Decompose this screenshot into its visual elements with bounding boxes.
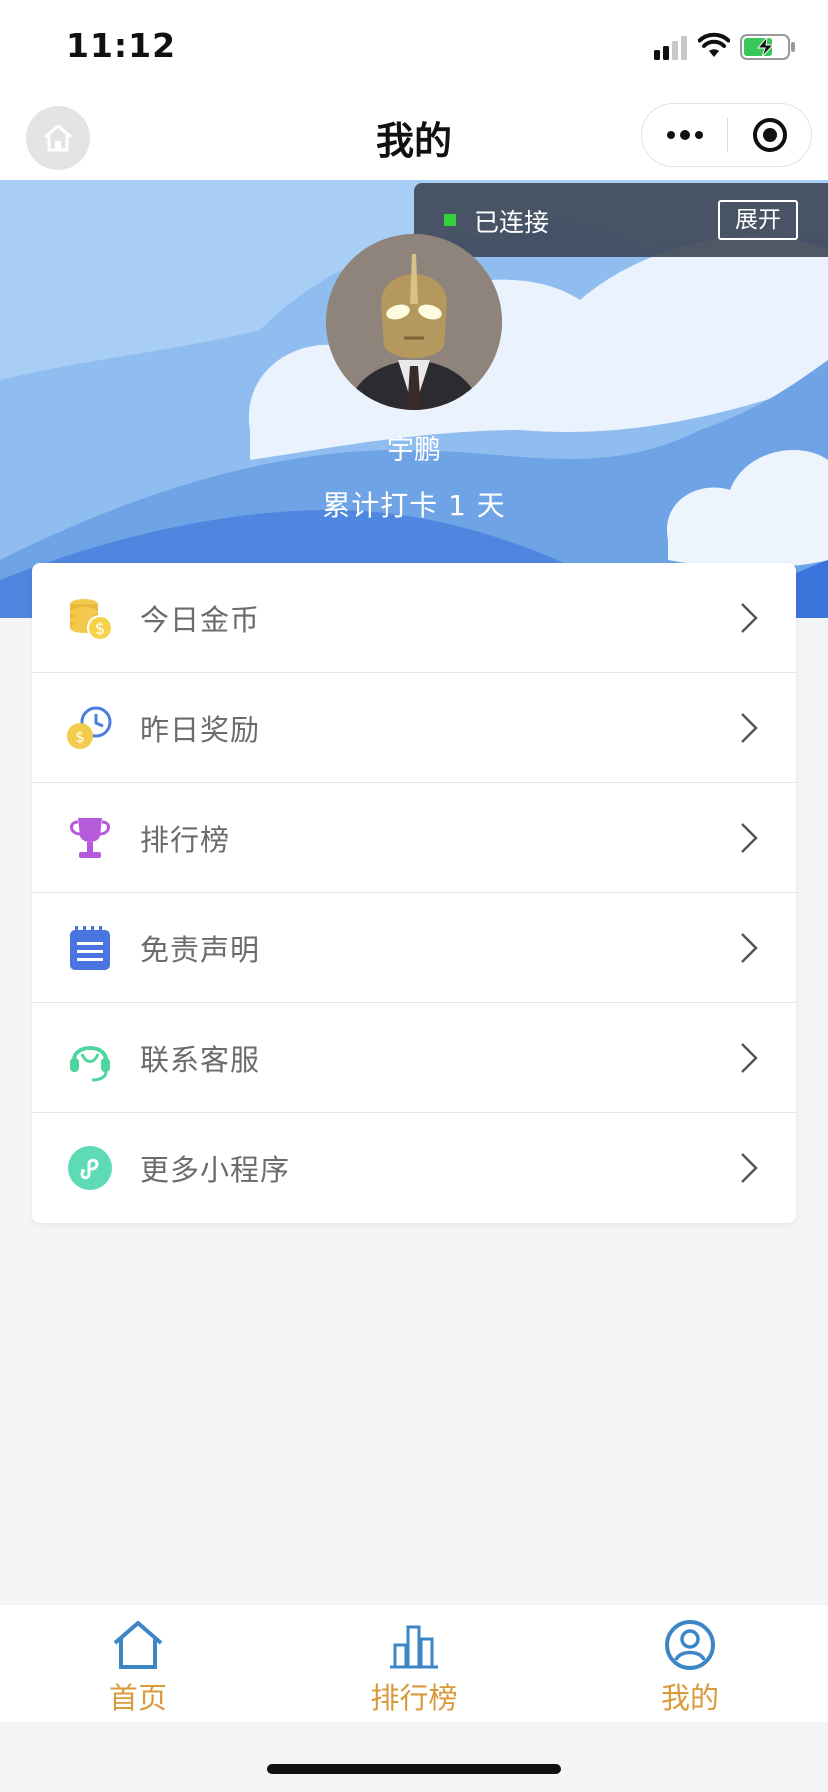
home-icon [113, 1621, 163, 1669]
svg-text:$: $ [75, 728, 85, 746]
close-circle-icon [753, 118, 787, 152]
connection-status-label: 已连接 [474, 208, 550, 237]
headset-icon [70, 1046, 110, 1082]
svg-text:$: $ [95, 619, 105, 638]
tab-label: 首页 [108, 1681, 167, 1715]
tab-label: 排行榜 [370, 1681, 458, 1715]
checkin-count: 累计打卡 1 天 [322, 489, 506, 522]
menu-label: 今日金币 [140, 603, 261, 637]
tab-home[interactable]: 首页 [38, 1605, 238, 1723]
close-miniprogram-button[interactable] [728, 104, 812, 166]
status-time: 11:12 [66, 26, 177, 65]
menu-item-today-coins[interactable]: $ 今日金币 [32, 563, 796, 673]
chevron-right-icon [741, 823, 758, 853]
more-dots-icon [666, 130, 703, 140]
home-indicator[interactable] [267, 1764, 561, 1774]
connected-indicator [444, 214, 456, 226]
tab-mine[interactable]: 我的 [590, 1605, 790, 1723]
wifi-icon [698, 32, 730, 57]
tab-label: 我的 [660, 1681, 719, 1715]
chevron-right-icon [741, 933, 758, 963]
menu-item-more-miniprograms[interactable]: 更多小程序 [32, 1113, 796, 1223]
coins-icon: $ [70, 599, 113, 641]
chevron-right-icon [741, 1153, 758, 1183]
cellular-signal-icon [654, 36, 687, 60]
menu-item-leaderboard[interactable]: 排行榜 [32, 783, 796, 893]
user-icon [665, 1620, 715, 1670]
more-options-button[interactable] [642, 104, 727, 166]
menu-item-yesterday-reward[interactable]: $ 昨日奖励 [32, 673, 796, 783]
mini-program-icon [68, 1146, 112, 1190]
tab-leaderboard[interactable]: 排行榜 [314, 1605, 514, 1723]
menu-label: 免责声明 [140, 933, 261, 967]
menu-label: 昨日奖励 [140, 713, 261, 747]
menu-label: 联系客服 [140, 1043, 261, 1077]
avatar-image [326, 234, 502, 410]
menu-item-customer-service[interactable]: 联系客服 [32, 1003, 796, 1113]
battery-charging-icon [740, 34, 795, 60]
coin-clock-icon: $ [67, 706, 112, 749]
tab-bar: 首页 排行榜 我的 [0, 1604, 828, 1722]
chevron-right-icon [741, 603, 758, 633]
avatar[interactable] [326, 234, 502, 410]
menu-list: $ 今日金币 $ 昨日奖励 排行榜 免责声明 联系客服 更多小程序 [32, 563, 796, 1223]
menu-label: 更多小程序 [140, 1153, 291, 1187]
notepad-icon [70, 926, 110, 970]
menu-item-disclaimer[interactable]: 免责声明 [32, 893, 796, 1003]
expand-button[interactable]: 展开 [718, 200, 798, 240]
chevron-right-icon [741, 713, 758, 743]
trophy-icon [70, 818, 110, 858]
chevron-right-icon [741, 1043, 758, 1073]
capsule-menu [641, 103, 812, 167]
menu-label: 排行榜 [140, 823, 231, 857]
bar-chart-icon [390, 1625, 438, 1669]
safe-area-bottom [0, 1722, 828, 1792]
connection-status-bar: 已连接 展开 [414, 183, 828, 257]
username: 宇鹏 [387, 435, 441, 466]
